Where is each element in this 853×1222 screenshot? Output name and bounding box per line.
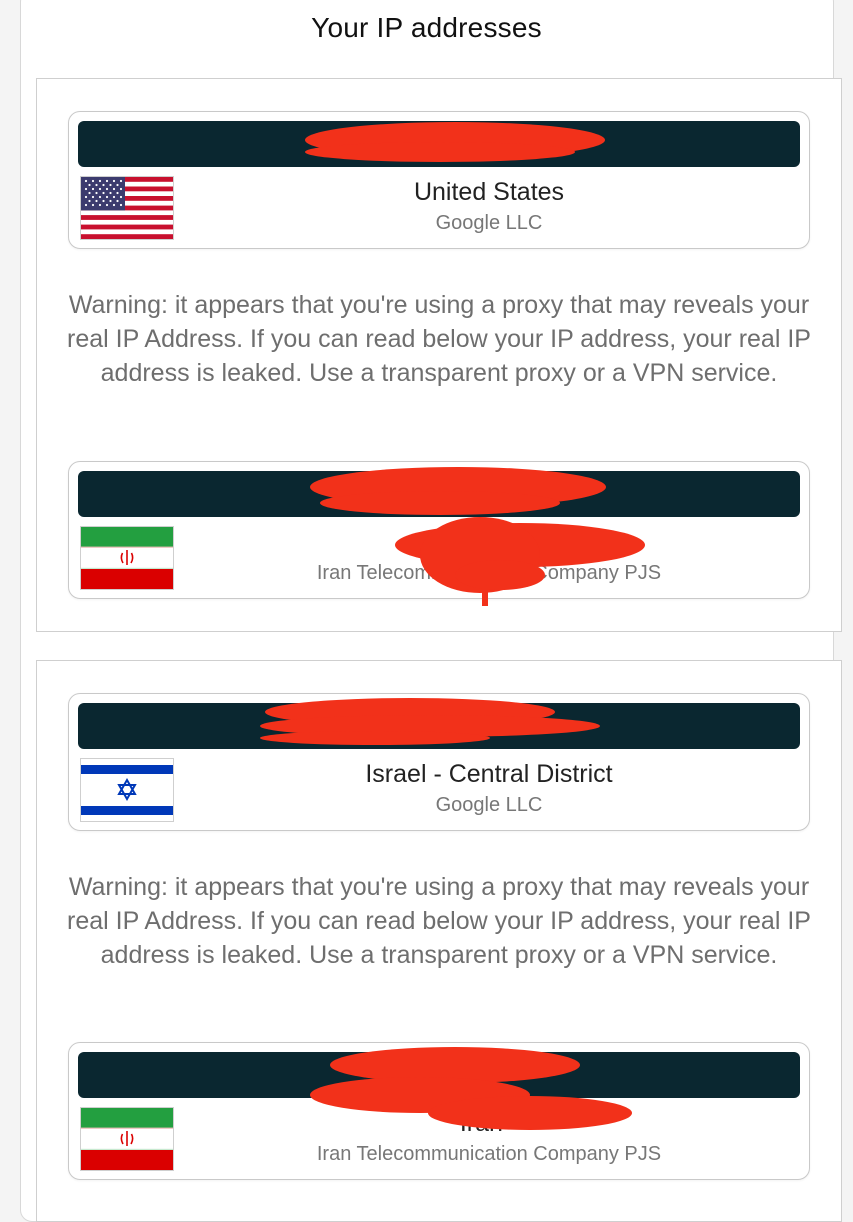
isp-name: Google LLC [435,212,543,234]
leaked-ip-card: Iran Iran Telecommunication Company PJS [68,461,810,599]
iran-flag-icon [80,1107,174,1171]
public-ip-card: Israel - Central District Google LLC [68,693,810,831]
page-title: Your IP addresses [311,12,542,43]
ip-address-bar[interactable] [78,703,800,749]
country-name: United States [413,178,565,206]
us-flag-icon [80,176,174,240]
ip-section-1: United States Google LLC Warning: it app… [36,78,842,632]
public-ip-card: United States Google LLC [68,111,810,249]
ip-address-bar[interactable] [78,471,800,517]
ip-address-bar[interactable] [78,121,800,167]
ip-address-bar[interactable] [78,1052,800,1098]
country-name: Iran [467,528,511,556]
isp-name: Google LLC [435,794,543,816]
country-name: Iran - [459,1109,519,1137]
leaked-ip-card: Iran - Iran Telecommunication Company PJ… [68,1042,810,1180]
isp-name: Iran Telecommunication Company PJS [316,1143,662,1165]
proxy-warning-text: Warning: it appears that you're using a … [67,291,811,387]
ip-section-2: Israel - Central District Google LLC War… [36,660,842,1222]
iran-flag-icon [80,526,174,590]
country-name: Israel - Central District [365,760,613,788]
proxy-warning-text: Warning: it appears that you're using a … [67,873,811,969]
isp-name: Iran Telecommunication Company PJS [316,562,662,584]
israel-flag-icon [80,758,174,822]
